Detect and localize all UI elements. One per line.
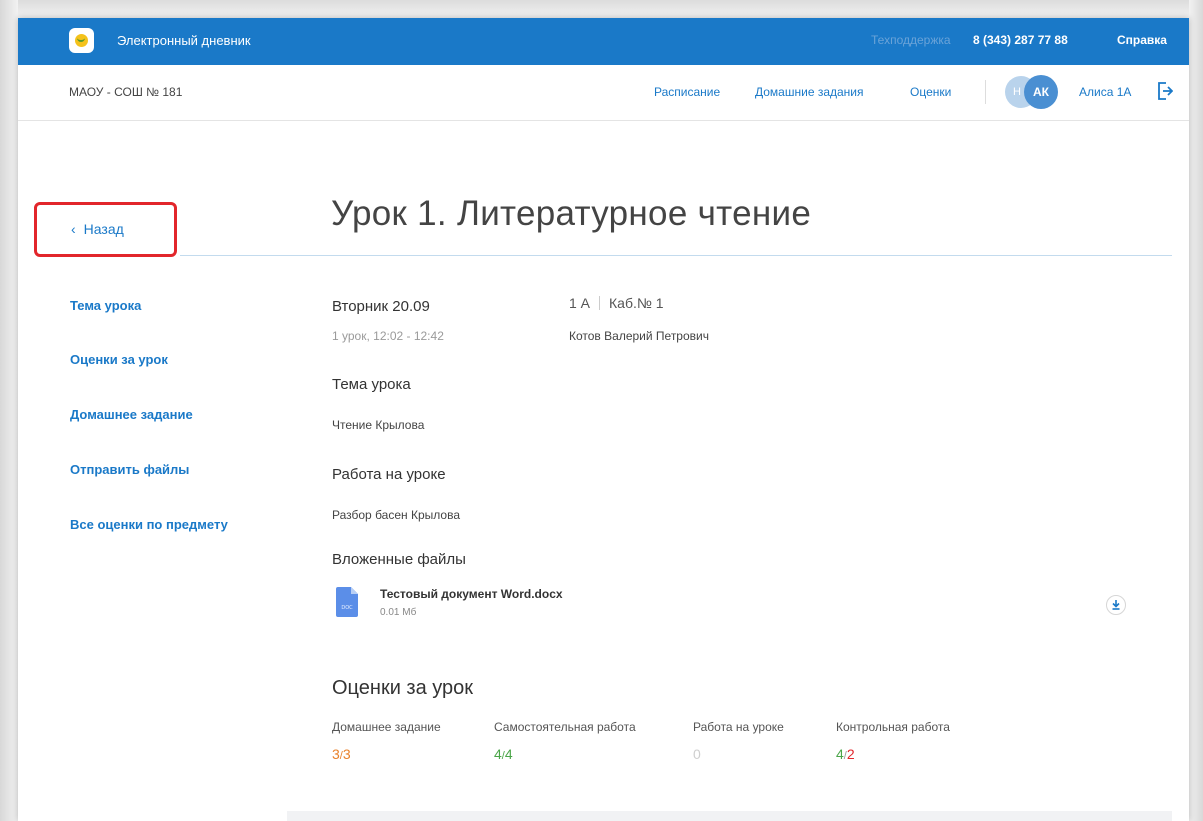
top-bar: Электронный дневник Техподдержка 8 (343)… xyxy=(18,18,1189,65)
support-label: Техподдержка xyxy=(871,33,951,47)
help-link[interactable]: Справка xyxy=(1117,33,1167,47)
room-number: Каб.№ 1 xyxy=(609,295,664,311)
user-name[interactable]: Алиса 1А xyxy=(1079,85,1131,99)
download-icon xyxy=(1112,600,1120,610)
topic-text: Чтение Крылова xyxy=(332,418,425,432)
grade-category-test: Контрольная работа xyxy=(836,720,950,734)
grade-mark: 0 xyxy=(693,746,701,762)
attachments-heading: Вложенные файлы xyxy=(332,551,466,568)
sidebar-item-lesson-grades[interactable]: Оценки за урок xyxy=(70,352,168,367)
grades-heading: Оценки за урок xyxy=(332,677,474,699)
nav-link-schedule[interactable]: Расписание xyxy=(654,85,720,99)
back-button-label: Назад xyxy=(83,221,124,237)
screenshot-shadow-top xyxy=(0,0,1203,18)
classwork-heading: Работа на уроке xyxy=(332,466,446,483)
grade-value-classwork[interactable]: 0 xyxy=(693,746,701,762)
browser-page: Электронный дневник Техподдержка 8 (343)… xyxy=(18,18,1189,821)
nav-link-grades[interactable]: Оценки xyxy=(910,85,951,99)
grade-mark: 3 xyxy=(332,746,340,762)
sidebar-item-all-grades[interactable]: Все оценки по предмету xyxy=(70,517,228,532)
file-size: 0.01 Мб xyxy=(380,607,417,618)
topic-heading: Тема урока xyxy=(332,376,411,393)
app-logo-icon[interactable] xyxy=(69,28,94,53)
grade-weight: 2 xyxy=(846,746,855,762)
grade-category-independent-work: Самостоятельная работа xyxy=(494,720,636,734)
doc-type-label: DOC xyxy=(341,605,353,611)
grade-value-test[interactable]: 4/2 xyxy=(836,746,855,762)
grade-mark: 4 xyxy=(836,746,844,762)
nav-bar: МАОУ - СОШ № 181 Расписание Домашние зад… xyxy=(18,65,1189,121)
nav-divider xyxy=(985,80,986,104)
sidebar-item-topic[interactable]: Тема урока xyxy=(70,298,141,313)
file-name[interactable]: Тестовый документ Word.docx xyxy=(380,587,563,601)
sidebar-item-send-files[interactable]: Отправить файлы xyxy=(70,462,189,477)
title-divider xyxy=(180,255,1172,256)
grade-category-classwork: Работа на уроке xyxy=(693,720,784,734)
download-button[interactable] xyxy=(1106,595,1126,615)
lesson-time: 1 урок, 12:02 - 12:42 xyxy=(332,329,444,343)
avatar-secondary-initial: Н xyxy=(1013,86,1021,98)
screenshot-shadow-right xyxy=(1189,0,1203,821)
screenshot-shadow-left xyxy=(0,0,18,821)
class-room-info: 1 А Каб.№ 1 xyxy=(569,295,664,311)
app-title[interactable]: Электронный дневник xyxy=(117,33,251,48)
chevron-left-icon: ‹ xyxy=(71,221,76,237)
grade-value-independent-work[interactable]: 4/4 xyxy=(494,746,513,762)
class-name: 1 А xyxy=(569,295,591,311)
nav-link-homework[interactable]: Домашние задания xyxy=(755,85,864,99)
grade-weight: 3 xyxy=(342,746,351,762)
page-title: Урок 1. Литературное чтение xyxy=(331,194,812,233)
grade-value-homework[interactable]: 3/3 xyxy=(332,746,351,762)
word-document-icon[interactable]: DOC xyxy=(336,587,358,617)
lesson-day: Вторник 20.09 xyxy=(332,298,430,315)
classwork-text: Разбор басен Крылова xyxy=(332,508,460,522)
back-button[interactable]: ‹ Назад xyxy=(71,221,124,237)
grade-weight: 4 xyxy=(504,746,513,762)
avatar[interactable]: АК xyxy=(1024,75,1058,109)
support-phone[interactable]: 8 (343) 287 77 88 xyxy=(973,33,1068,47)
school-name: МАОУ - СОШ № 181 xyxy=(69,85,183,99)
sidebar-item-homework[interactable]: Домашнее задание xyxy=(70,407,193,422)
class-room-separator xyxy=(599,296,601,310)
grade-category-homework: Домашнее задание xyxy=(332,720,441,734)
logout-icon[interactable] xyxy=(1157,82,1173,100)
bottom-panel xyxy=(287,811,1172,821)
avatar-initials: АК xyxy=(1033,85,1049,99)
teacher-name: Котов Валерий Петрович xyxy=(569,329,709,343)
grade-mark: 4 xyxy=(494,746,502,762)
